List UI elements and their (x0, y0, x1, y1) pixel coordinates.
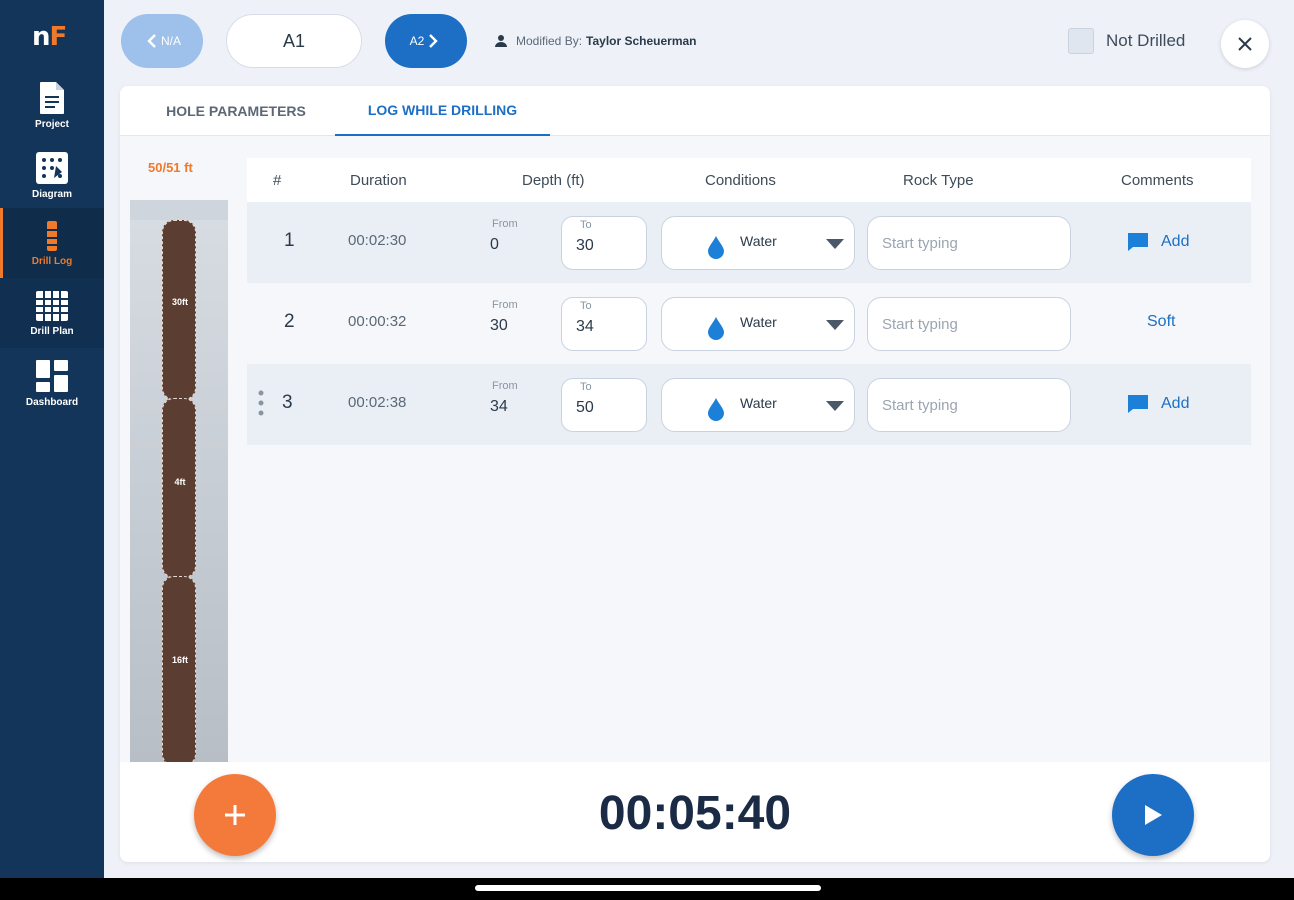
water-drop-icon (708, 398, 724, 421)
depth-to-input[interactable]: To 30 (561, 216, 647, 270)
play-icon (1145, 805, 1162, 825)
grid-icon (36, 290, 68, 321)
depth-progress: 50/51 ft (148, 160, 193, 175)
bottom-bar: 00:05:40 (120, 762, 1270, 862)
table-row: 3 00:02:38 From 34 To 50 Water Start typ… (247, 364, 1251, 445)
core-segment[interactable]: 16ft (162, 576, 196, 766)
current-hole-label: A1 (282, 30, 306, 51)
modified-by-name: Taylor Scheuerman (586, 34, 697, 48)
caret-down-icon (826, 401, 844, 411)
main-panel: HOLE PARAMETERS LOG WHILE DRILLING 50/51… (120, 86, 1270, 862)
chevron-left-icon (147, 34, 156, 48)
drill-log-icon (47, 220, 57, 251)
tab-bar: HOLE PARAMETERS LOG WHILE DRILLING (120, 86, 1270, 136)
depth-to-input[interactable]: To 50 (561, 378, 647, 432)
current-hole-button[interactable]: A1 (226, 14, 362, 68)
core-visual: 30ft 4ft 16ft (130, 200, 228, 766)
comment-link[interactable]: Soft (1147, 313, 1175, 331)
sidebar-item-dashboard[interactable]: Dashboard (0, 348, 104, 418)
conditions-select[interactable]: Water (661, 297, 855, 351)
dashboard-icon (36, 359, 68, 392)
caret-down-icon (826, 239, 844, 249)
close-icon (1238, 37, 1252, 51)
timer-display: 00:05:40 (598, 787, 792, 840)
drag-handle-icon[interactable] (258, 390, 264, 418)
document-icon (40, 81, 64, 114)
not-drilled-checkbox[interactable] (1068, 28, 1094, 54)
sidebar-item-label: Project (35, 118, 69, 130)
next-hole-label: A2 (409, 34, 425, 48)
home-indicator-bar (0, 878, 1294, 900)
water-drop-icon (708, 236, 724, 259)
comment-icon (1128, 395, 1148, 413)
conditions-select[interactable]: Water (661, 378, 855, 432)
sidebar-item-label: Diagram (31, 188, 72, 200)
sidebar-item-label: Drill Plan (30, 325, 74, 337)
chevron-right-icon (429, 34, 439, 48)
home-indicator[interactable] (475, 885, 821, 891)
sidebar: nF Project Diagram Drill Log Drill Plan … (0, 0, 104, 878)
add-comment-button[interactable]: Add (1127, 232, 1189, 252)
comment-icon (1128, 233, 1148, 251)
close-button[interactable] (1221, 20, 1269, 68)
not-drilled-label: Not Drilled (1106, 31, 1186, 50)
modified-by: Modified By: Taylor Scheuerman (494, 34, 697, 48)
table-header: # Duration Depth (ft) Conditions Rock Ty… (247, 158, 1251, 202)
rock-type-input[interactable]: Start typing (867, 297, 1071, 351)
core-segment[interactable]: 30ft (162, 220, 196, 400)
next-hole-button[interactable]: A2 (385, 14, 467, 68)
rock-type-input[interactable]: Start typing (867, 216, 1071, 270)
tab-log-while-drilling[interactable]: LOG WHILE DRILLING (335, 86, 550, 136)
previous-hole-label: N/A (160, 34, 181, 48)
table-row: 2 00:00:32 From 30 To 34 Water Start typ… (247, 283, 1251, 364)
rock-type-input[interactable]: Start typing (867, 378, 1071, 432)
water-drop-icon (708, 317, 724, 340)
sidebar-item-drill-plan[interactable]: Drill Plan (0, 278, 104, 348)
not-drilled-toggle[interactable]: Not Drilled (1068, 28, 1185, 54)
play-button[interactable] (1112, 774, 1194, 856)
core-segment[interactable]: 4ft (162, 398, 196, 578)
table-row: 1 00:02:30 From 0 To 30 Water Start typi… (247, 202, 1251, 283)
sidebar-item-label: Drill Log (31, 255, 73, 267)
sidebar-item-label: Dashboard (25, 396, 79, 408)
caret-down-icon (826, 320, 844, 330)
diagram-icon (36, 151, 68, 184)
conditions-select[interactable]: Water (661, 216, 855, 270)
depth-to-input[interactable]: To 34 (561, 297, 647, 351)
add-comment-button[interactable]: Add (1127, 394, 1189, 414)
sidebar-item-project[interactable]: Project (0, 70, 104, 140)
tab-hole-parameters[interactable]: HOLE PARAMETERS (136, 86, 336, 136)
person-icon (495, 35, 507, 47)
sidebar-item-drill-log[interactable]: Drill Log (0, 208, 104, 278)
app-logo: nF (32, 22, 67, 52)
previous-hole-button[interactable]: N/A (121, 14, 203, 68)
sidebar-item-diagram[interactable]: Diagram (0, 140, 104, 210)
